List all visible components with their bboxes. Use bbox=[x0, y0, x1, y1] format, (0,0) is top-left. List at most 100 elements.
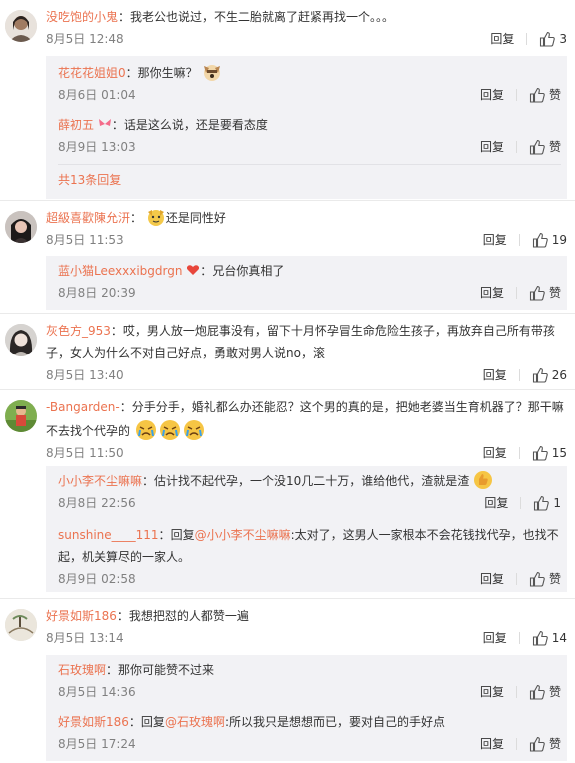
separator: ： bbox=[111, 118, 124, 132]
username[interactable]: 蓝小猫Leexxxibgdrgn bbox=[58, 264, 182, 278]
reply-item: 小小李不尘嘛嘛：估计找不起代孕，一个没10几二十万，谁给他代，渣就是渣 8月8日… bbox=[58, 470, 561, 514]
thumbs-up-icon[interactable] bbox=[532, 630, 548, 646]
thumbs-up-icon[interactable] bbox=[529, 285, 545, 301]
thumbs-up-icon[interactable] bbox=[539, 31, 556, 47]
like-button[interactable]: 赞 bbox=[549, 84, 561, 106]
reply-text: 话是这么说，还是要看态度 bbox=[123, 118, 268, 132]
reply-button[interactable]: 回复 bbox=[484, 492, 508, 514]
thumbs-up-icon[interactable] bbox=[529, 87, 545, 103]
like-button[interactable]: 赞 bbox=[549, 568, 561, 590]
reply-button[interactable]: 回复 bbox=[490, 28, 514, 50]
reply-item: 蓝小猫Leexxxibgdrgn ：兄台你真相了 8月8日 20:39 回复 赞 bbox=[58, 260, 561, 304]
avatar[interactable] bbox=[5, 324, 37, 356]
username[interactable]: 石玫瑰啊 bbox=[58, 663, 106, 677]
separator: ： bbox=[130, 211, 143, 225]
like-count[interactable]: 1 bbox=[553, 492, 561, 514]
like-count[interactable]: 19 bbox=[552, 229, 567, 251]
like-button[interactable]: 赞 bbox=[549, 733, 561, 755]
avatar[interactable] bbox=[5, 609, 37, 641]
thumbs-up-icon[interactable] bbox=[532, 445, 548, 461]
reply-list: 花花花姐姐0：那你生嘛？ 8月6日 01:04 回复 赞 薛初五 ：话是这么说，… bbox=[46, 56, 567, 199]
reply-button[interactable]: 回复 bbox=[483, 442, 507, 464]
separator: ： bbox=[158, 528, 171, 542]
timestamp: 8月9日 13:03 bbox=[58, 140, 136, 154]
divider bbox=[0, 389, 575, 390]
reply-text: 兄台你真相了 bbox=[212, 264, 285, 278]
reply-item: 薛初五 ：话是这么说，还是要看态度 8月9日 13:03 回复 赞 bbox=[58, 114, 561, 158]
comment-text: 我想把怼的人都赞一遍 bbox=[128, 609, 249, 623]
reply-button[interactable]: 回复 bbox=[480, 681, 504, 703]
timestamp: 8月5日 11:50 bbox=[46, 446, 124, 460]
separator: ： bbox=[200, 264, 213, 278]
thumbs-up-icon[interactable] bbox=[532, 367, 548, 383]
action-divider bbox=[518, 632, 520, 644]
reply-button[interactable]: 回复 bbox=[480, 733, 504, 755]
reply-list: 蓝小猫Leexxxibgdrgn ：兄台你真相了 8月8日 20:39 回复 赞 bbox=[46, 256, 567, 310]
reply-item: 石玫瑰啊：那你可能赞不过来 8月5日 14:36 回复 赞 bbox=[58, 659, 561, 703]
username[interactable]: 好景如斯186 bbox=[46, 609, 117, 623]
avatar-image bbox=[5, 400, 37, 432]
thumbs-up-icon[interactable] bbox=[529, 684, 545, 700]
crying-emoji-group bbox=[134, 420, 206, 440]
thumbs-up-icon[interactable] bbox=[533, 495, 550, 511]
reply-button[interactable]: 回复 bbox=[483, 229, 507, 251]
reply-text: 估计找不起代孕，一个没10几二十万，谁给他代，渣就是渣 bbox=[154, 474, 470, 488]
like-button[interactable]: 赞 bbox=[549, 136, 561, 158]
avatar[interactable] bbox=[5, 211, 37, 243]
thumbs-up-icon[interactable] bbox=[532, 232, 548, 248]
action-divider bbox=[518, 369, 520, 381]
crying-emoji-icon bbox=[134, 418, 158, 442]
reply-button[interactable]: 回复 bbox=[480, 136, 504, 158]
timestamp: 8月5日 12:48 bbox=[46, 32, 124, 46]
separator: ： bbox=[128, 715, 141, 729]
username[interactable]: 灰色方_953 bbox=[46, 324, 111, 338]
timestamp: 8月5日 17:24 bbox=[58, 737, 136, 751]
avatar-image bbox=[5, 609, 37, 641]
reply-item: 花花花姐姐0：那你生嘛？ 8月6日 01:04 回复 赞 bbox=[58, 62, 561, 106]
username[interactable]: 小小李不尘嘛嘛 bbox=[58, 474, 142, 488]
like-count[interactable]: 14 bbox=[552, 627, 567, 649]
timestamp: 8月8日 20:39 bbox=[58, 286, 136, 300]
thumbs-up-icon[interactable] bbox=[529, 139, 545, 155]
like-count[interactable]: 26 bbox=[552, 364, 567, 386]
reply-button[interactable]: 回复 bbox=[483, 364, 507, 386]
comment-text: 还是同性好 bbox=[165, 211, 226, 225]
action-divider bbox=[515, 287, 517, 299]
username[interactable]: 好景如斯186 bbox=[58, 715, 129, 729]
like-count[interactable]: 3 bbox=[559, 28, 567, 50]
reply-button[interactable]: 回复 bbox=[483, 627, 507, 649]
timestamp: 8月5日 13:14 bbox=[46, 631, 124, 645]
reply-text: :所以我只是想想而已，要对自己的手好点 bbox=[224, 715, 445, 729]
avatar[interactable] bbox=[5, 10, 37, 42]
username[interactable]: 花花花姐姐0 bbox=[58, 66, 126, 80]
like-button[interactable]: 赞 bbox=[549, 282, 561, 304]
username[interactable]: 没吃饱的小鬼 bbox=[46, 10, 118, 24]
username[interactable]: 薛初五 bbox=[58, 118, 94, 132]
reply-button[interactable]: 回复 bbox=[480, 84, 504, 106]
separator: ： bbox=[125, 66, 138, 80]
like-count[interactable]: 15 bbox=[552, 442, 567, 464]
reply-item: 好景如斯186： 回复 @石玫瑰啊:所以我只是想想而已，要对自己的手好点 8月5日 … bbox=[58, 711, 561, 755]
timestamp: 8月5日 14:36 bbox=[58, 685, 136, 699]
reply-prefix: 回复 bbox=[170, 528, 195, 542]
like-button[interactable]: 赞 bbox=[549, 681, 561, 703]
username[interactable]: 超級喜歡陳允汧 bbox=[46, 211, 130, 225]
mention-link[interactable]: @石玫瑰啊 bbox=[165, 715, 225, 729]
thumbs-up-icon[interactable] bbox=[529, 736, 545, 752]
comment-thread: 没吃饱的小鬼：我老公也说过，不生二胎就离了赶紧再找一个。。。 8月5日 12:4… bbox=[0, 0, 575, 763]
username[interactable]: sunshine____111 bbox=[58, 528, 159, 542]
avatar[interactable] bbox=[5, 400, 37, 432]
action-divider bbox=[515, 686, 517, 698]
username[interactable]: -Bangarden- bbox=[46, 400, 120, 414]
thumbs-up-icon[interactable] bbox=[529, 571, 545, 587]
reply-button[interactable]: 回复 bbox=[480, 282, 504, 304]
mention-link[interactable]: @小小李不尘嘛嘛 bbox=[195, 528, 291, 542]
separator: ： bbox=[110, 324, 123, 338]
separator: ： bbox=[116, 609, 129, 623]
crying-emoji-icon bbox=[182, 418, 206, 442]
separator: ： bbox=[118, 10, 131, 24]
doge-emoji-icon bbox=[146, 207, 166, 227]
reply-button[interactable]: 回复 bbox=[480, 568, 504, 590]
comment-text: 哎，男人放一炮屁事没有，留下十月怀孕冒生命危险生孩子，再放弃自己所有带孩子，女人… bbox=[46, 324, 555, 360]
view-all-replies-link[interactable]: 共13条回复 bbox=[58, 170, 121, 190]
